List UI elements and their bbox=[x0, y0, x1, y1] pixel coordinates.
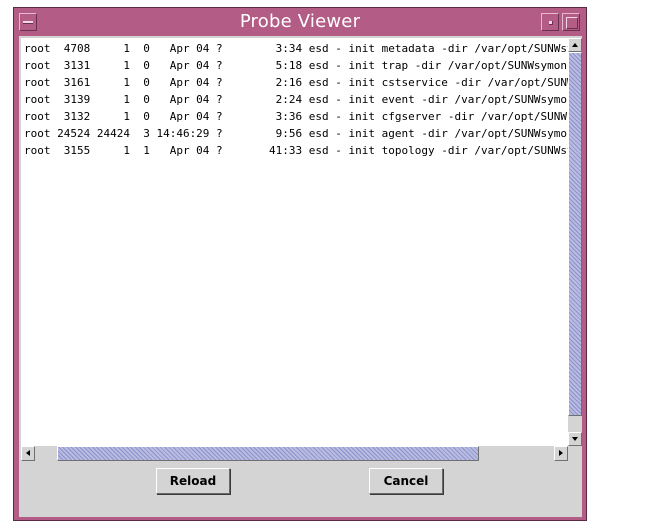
scroll-up-icon[interactable] bbox=[568, 38, 582, 52]
scroll-left-icon[interactable] bbox=[21, 446, 35, 461]
horizontal-scroll-thumb[interactable] bbox=[57, 446, 479, 461]
process-line: root 4708 1 0 Apr 04 ? 3:34 esd - init m… bbox=[24, 42, 568, 55]
cancel-button[interactable]: Cancel bbox=[369, 468, 443, 494]
title-bar[interactable]: Probe Viewer bbox=[14, 8, 586, 36]
process-line: root 3132 1 0 Apr 04 ? 3:36 esd - init c… bbox=[24, 110, 568, 123]
horizontal-scrollbar[interactable] bbox=[21, 446, 568, 461]
vertical-scrollbar[interactable] bbox=[568, 38, 582, 446]
process-line: root 24524 24424 3 14:46:29 ? 9:56 esd -… bbox=[24, 127, 568, 140]
process-line: root 3155 1 1 Apr 04 ? 41:33 esd - init … bbox=[24, 144, 568, 157]
window-title: Probe Viewer bbox=[239, 11, 361, 32]
process-line: root 3139 1 0 Apr 04 ? 2:24 esd - init e… bbox=[24, 93, 568, 106]
scroll-down-icon[interactable] bbox=[568, 432, 582, 446]
reload-button[interactable]: Reload bbox=[156, 468, 230, 494]
probe-viewer-window: Probe Viewer root 4708 1 0 Apr 04 ? 3:34… bbox=[13, 7, 587, 521]
process-line: root 3131 1 0 Apr 04 ? 5:18 esd - init t… bbox=[24, 59, 568, 72]
maximize-icon[interactable] bbox=[562, 13, 580, 31]
scroll-right-icon[interactable] bbox=[554, 446, 568, 461]
process-line: root 3161 1 0 Apr 04 ? 2:16 esd - init c… bbox=[24, 76, 568, 89]
vertical-scroll-thumb[interactable] bbox=[568, 52, 582, 416]
minimize-icon[interactable] bbox=[541, 13, 559, 31]
process-output-area[interactable]: root 4708 1 0 Apr 04 ? 3:34 esd - init m… bbox=[21, 38, 568, 446]
dialog-content: root 4708 1 0 Apr 04 ? 3:34 esd - init m… bbox=[19, 36, 582, 517]
